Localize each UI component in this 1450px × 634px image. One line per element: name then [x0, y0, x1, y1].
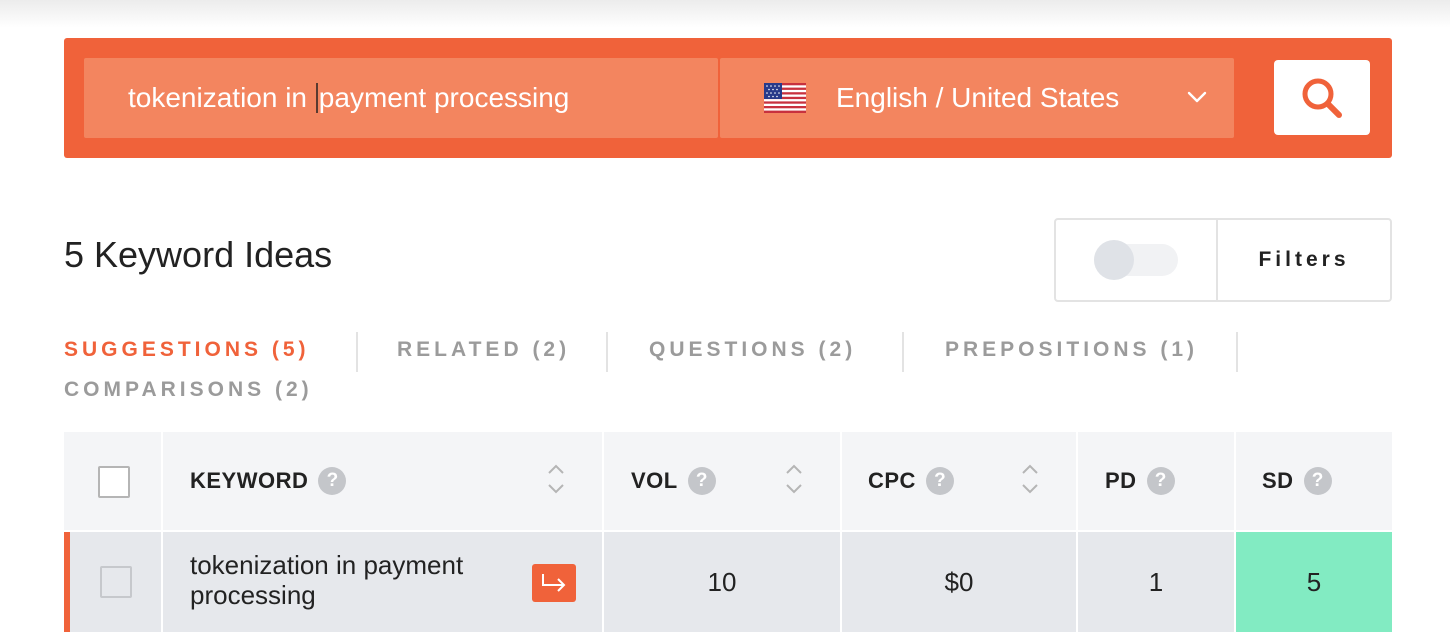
results-count-title: 5 Keyword Ideas [64, 234, 333, 275]
help-icon[interactable]: ? [925, 467, 954, 495]
sd-header-label: SD [1262, 468, 1294, 493]
toggle-knob [1094, 240, 1134, 280]
use-keyword-button[interactable] [532, 564, 576, 602]
column-divider [161, 532, 163, 632]
cpc-cell: $0 [944, 566, 974, 597]
keyword-text-after-caret: payment processing [318, 82, 570, 113]
filter-toggle-container [1056, 220, 1218, 300]
tab-suggestions[interactable]: SUGGESTIONS (5) [64, 338, 310, 362]
help-icon[interactable]: ? [1146, 467, 1175, 495]
column-header-vol[interactable]: VOL ? [631, 432, 716, 530]
column-header-sd[interactable]: SD ? [1262, 432, 1332, 530]
pd-cell: 1 [1148, 566, 1164, 597]
us-flag-icon [764, 83, 806, 113]
location-label: English / United States [836, 82, 1120, 113]
cpc-header-label: CPC [868, 468, 916, 493]
chevron-down-icon [1187, 91, 1207, 103]
tab-prepositions[interactable]: PREPOSITIONS (1) [945, 338, 1198, 362]
search-button[interactable] [1274, 60, 1370, 135]
pd-header-label: PD [1105, 468, 1137, 493]
location-select[interactable]: English / United States [720, 58, 1234, 138]
column-header-pd[interactable]: PD ? [1105, 432, 1175, 530]
search-bar: tokenization in payment processing Engli… [64, 38, 1392, 158]
keyword-cell: tokenization in payment processing [190, 550, 464, 610]
column-divider [1076, 432, 1078, 530]
help-icon[interactable]: ? [687, 467, 716, 495]
sd-cell: 5 [1236, 532, 1392, 632]
select-all-checkbox[interactable] [98, 466, 130, 498]
filters-box: Filters [1054, 218, 1392, 302]
text-caret [315, 83, 318, 113]
sort-icon[interactable] [546, 462, 566, 496]
row-checkbox[interactable] [100, 566, 132, 598]
column-divider [840, 432, 842, 530]
column-header-cpc[interactable]: CPC ? [868, 432, 954, 530]
column-divider [161, 432, 163, 530]
tab-divider [902, 332, 904, 372]
search-icon [1302, 78, 1342, 118]
vol-cell: 10 [707, 566, 737, 597]
keyword-input[interactable]: tokenization in payment processing [84, 58, 718, 138]
column-divider [1234, 432, 1236, 530]
top-shadow [0, 0, 1450, 28]
help-icon[interactable]: ? [318, 467, 347, 495]
table-row[interactable]: tokenization in payment processing 10 $0… [64, 532, 1392, 632]
table-header: KEYWORD ? VOL ? CPC ? PD ? SD ? [64, 432, 1392, 530]
keyword-header-label: KEYWORD [190, 468, 309, 493]
row-highlight-bar [64, 532, 70, 632]
filters-button[interactable]: Filters [1218, 220, 1390, 300]
tab-divider [606, 332, 608, 372]
sort-icon[interactable] [784, 462, 804, 496]
help-icon[interactable]: ? [1303, 467, 1332, 495]
tab-divider [356, 332, 358, 372]
filter-toggle[interactable] [1094, 240, 1178, 280]
tab-related[interactable]: RELATED (2) [397, 338, 570, 362]
tab-divider [1236, 332, 1238, 372]
column-header-keyword[interactable]: KEYWORD ? [190, 432, 347, 530]
vol-header-label: VOL [631, 468, 678, 493]
column-divider [602, 432, 604, 530]
keyword-text-before-caret: tokenization in [128, 82, 315, 113]
sort-icon[interactable] [1020, 462, 1040, 496]
tab-comparisons[interactable]: COMPARISONS (2) [64, 378, 313, 402]
arrow-right-icon [542, 574, 566, 592]
tab-questions[interactable]: QUESTIONS (2) [649, 338, 856, 362]
